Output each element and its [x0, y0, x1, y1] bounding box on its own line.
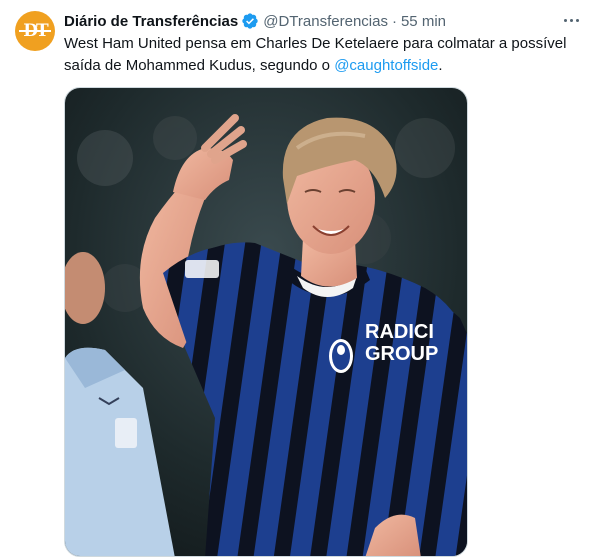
tweet-header: Diário de Transferências @DTransferencia…: [64, 10, 584, 32]
author-handle[interactable]: @DTransferencias: [263, 13, 388, 30]
tweet-text-end: .: [438, 57, 443, 74]
more-dot: [563, 18, 567, 22]
player-photo: RADICI GROUP: [65, 88, 467, 556]
club-crest: [329, 339, 353, 373]
tweet-text-body: West Ham United pensa em Charles De Kete…: [64, 35, 567, 74]
mention-link[interactable]: @caughtoffside: [334, 57, 438, 74]
tweet-timestamp[interactable]: 55 min: [401, 13, 446, 30]
more-options-icon[interactable]: [560, 10, 582, 30]
sponsor-line-2: GROUP: [365, 343, 438, 365]
sponsor-line-1: RADICI: [365, 321, 434, 343]
tweet-card[interactable]: DT Diário de Transferências @DTransferen…: [0, 0, 600, 557]
avatar-logo: DT: [19, 21, 52, 41]
more-dot: [575, 18, 579, 22]
verified-badge-icon: [242, 13, 258, 29]
tweet-text: West Ham United pensa em Charles De Kete…: [64, 33, 584, 77]
sleeve-patch: [185, 260, 219, 278]
tweet-photo[interactable]: RADICI GROUP: [64, 87, 468, 557]
author-name[interactable]: Diário de Transferências: [64, 13, 238, 30]
avatar[interactable]: DT: [15, 11, 55, 51]
more-dot: [569, 18, 573, 22]
separator-dot: ·: [391, 12, 397, 30]
